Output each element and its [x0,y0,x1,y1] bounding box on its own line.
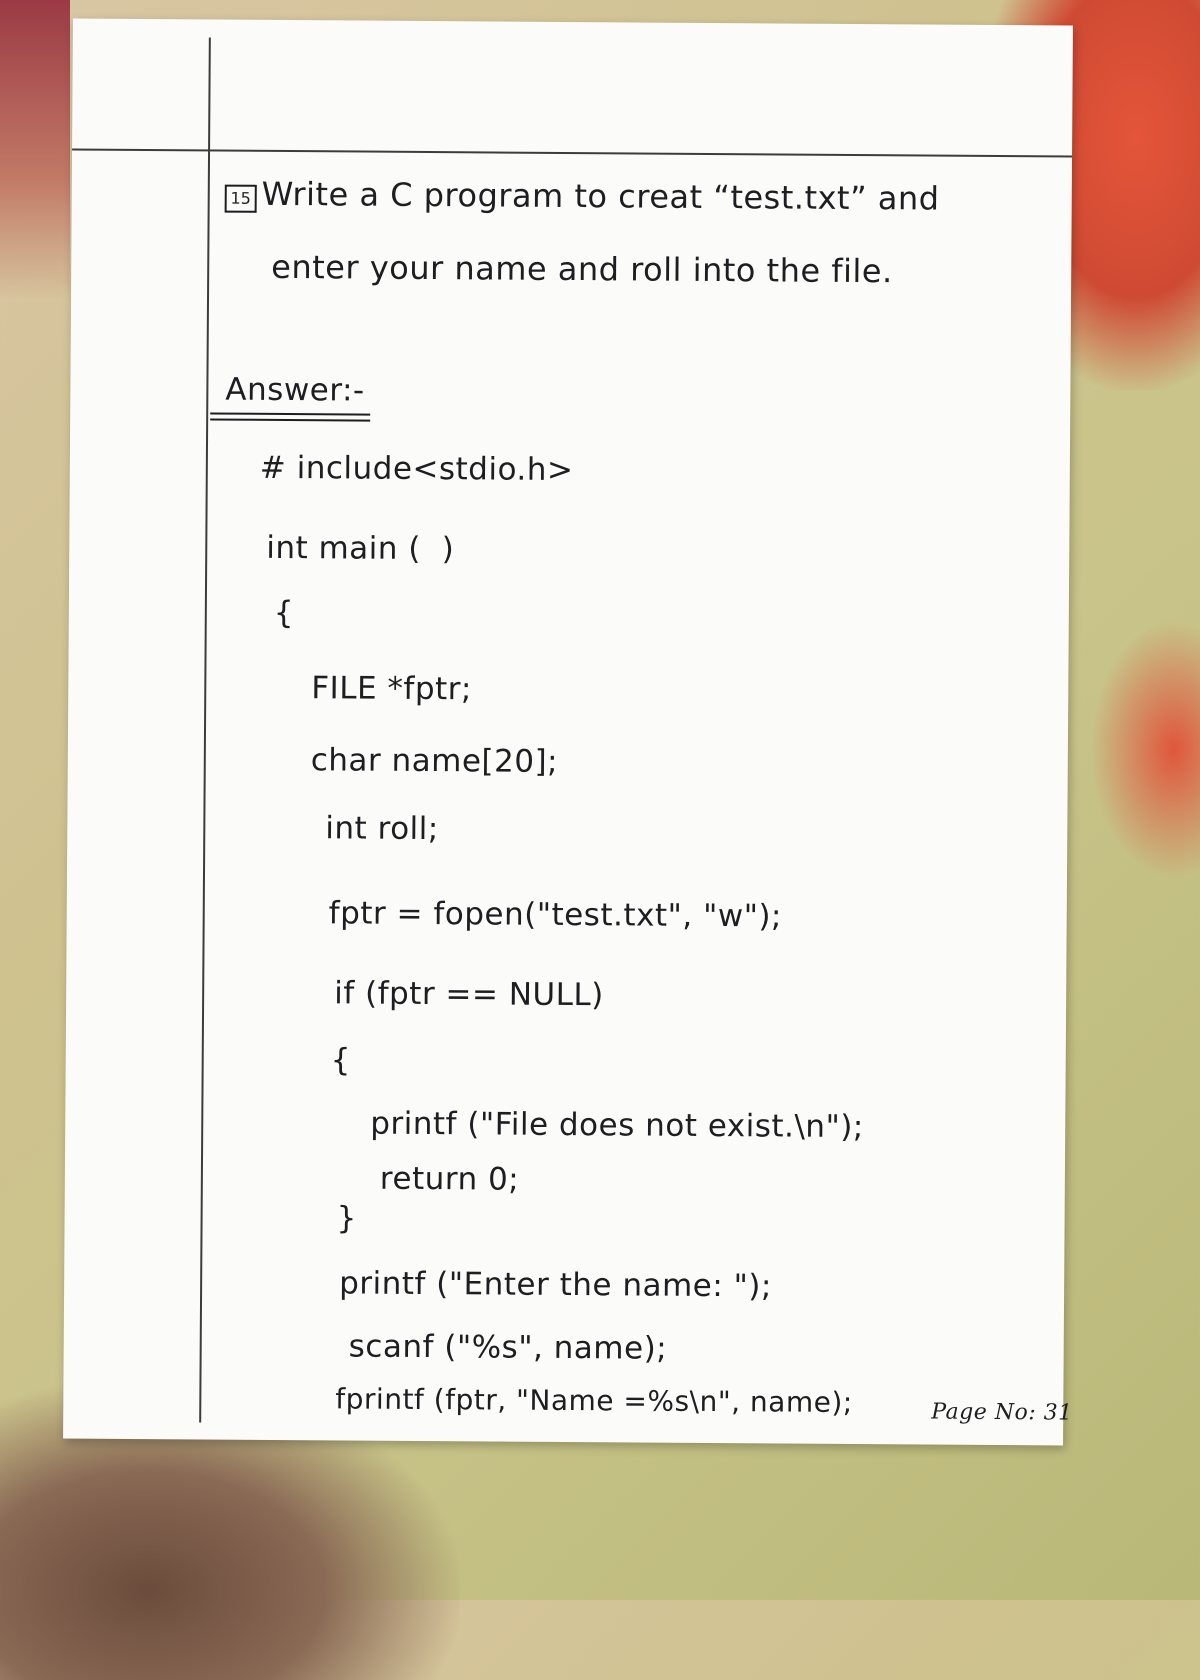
background-cloth-left [0,0,70,300]
code-line: fptr = fopen("test.txt", "w"); [328,895,783,935]
code-line: { [330,1042,352,1079]
code-line: } [336,1200,357,1237]
code-line: scanf ("%s", name); [348,1328,668,1367]
code-line: if (fptr == NULL) [334,975,604,1014]
code-line: int roll; [325,810,439,848]
question-number: 15 [224,184,257,213]
code-line: printf ("Enter the name: "); [339,1265,773,1305]
code-line: char name[20]; [310,742,559,780]
notebook-page: 15 Write a C program to creat “test.txt”… [63,18,1073,1446]
code-line: fprintf (fptr, "Name =%s\n", name); [335,1382,853,1420]
code-line: { [273,594,295,632]
question-line-2: enter your name and roll into the file. [271,247,893,291]
code-line: int main ( ) [266,529,455,568]
question-line-1: Write a C program to creat “test.txt” an… [261,174,940,218]
margin-line-horizontal [72,148,1073,158]
page-number: Page No: 31 [931,1399,1073,1426]
code-line: # include<stdio.h> [259,449,574,489]
answer-underline-2 [210,418,371,422]
answer-underline-1 [210,412,371,416]
answer-label: Answer:- [225,371,365,409]
code-line: printf ("File does not exist.\n"); [370,1105,864,1146]
code-line: FILE *fptr; [311,670,473,708]
code-line: return 0; [379,1160,520,1198]
margin-line-vertical [199,37,211,1423]
background-cloth-red-2 [1090,620,1200,880]
